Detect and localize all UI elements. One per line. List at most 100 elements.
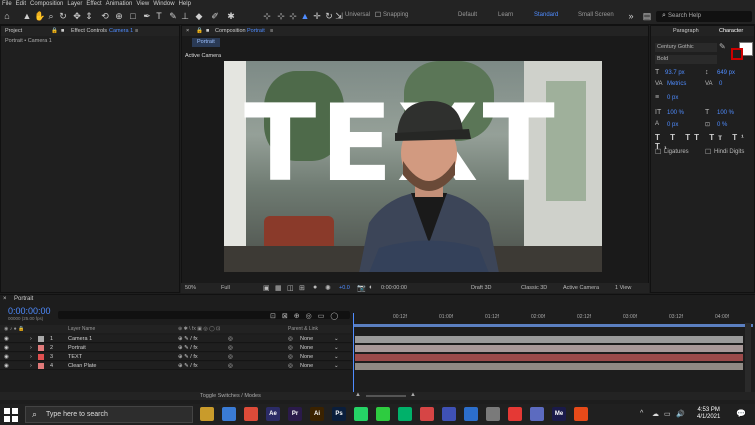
taskbar-app-icon[interactable] — [244, 407, 258, 421]
zoom-select[interactable]: 50% — [185, 285, 196, 291]
3d-layer-icon[interactable]: ◎ — [228, 354, 233, 360]
menu-item-edit[interactable]: Edit — [16, 1, 26, 7]
close-icon[interactable]: × — [186, 26, 189, 36]
label-color-swatch[interactable] — [38, 354, 44, 360]
parent-select[interactable]: None — [300, 345, 313, 351]
chevron-down-icon[interactable]: ⌄ — [334, 336, 339, 342]
axis-world-icon[interactable]: ⊹ — [276, 11, 286, 21]
label-color-swatch[interactable] — [38, 336, 44, 342]
parent-pickwhip-icon[interactable]: ◎ — [288, 354, 293, 360]
horizontal-scale-value[interactable]: 100 % — [717, 110, 734, 116]
workspace-learn[interactable]: Learn — [498, 12, 513, 18]
home-icon[interactable]: ⌂ — [2, 11, 12, 21]
tab-paragraph[interactable]: Paragraph — [673, 26, 699, 36]
dolly-tool-icon[interactable]: ⇕ — [84, 11, 94, 21]
taskbar-app-icon[interactable] — [222, 407, 236, 421]
universal-label[interactable]: Universal — [345, 12, 370, 18]
tsume-value[interactable]: 0 % — [717, 122, 727, 128]
layer-name[interactable]: TEXT — [68, 354, 82, 360]
parent-select[interactable]: None — [300, 354, 313, 360]
taskbar-app-icon[interactable]: Ae — [266, 407, 280, 421]
workspace-standard[interactable]: Standard — [534, 12, 558, 18]
cloud-icon[interactable]: ☁ — [652, 410, 659, 418]
anchor-tool-icon[interactable]: ⊕ — [114, 11, 124, 21]
zoom-tool-icon[interactable]: ⌕ — [46, 11, 56, 21]
taskbar-app-icon[interactable]: Ps — [332, 407, 346, 421]
color-channel-icon[interactable]: ● — [313, 284, 317, 291]
snapping-label[interactable]: Snapping — [383, 12, 408, 18]
lock-icon[interactable]: 🔒 — [51, 26, 58, 36]
timeline-layer-row[interactable]: ◉ › 4 Clean Plate ⊕ ✎ / fx ◎ ◎ None ⌄ — [0, 362, 352, 370]
visibility-icon[interactable]: ◉ — [4, 363, 9, 369]
clone-stamp-icon[interactable]: ⊥ — [180, 11, 190, 21]
comp-subtab[interactable]: Portrait — [192, 38, 220, 47]
label-color-swatch[interactable] — [38, 345, 44, 351]
tab-effect-controls[interactable]: Effect Controls — [71, 26, 107, 36]
move-tool-icon[interactable]: ✛ — [312, 11, 322, 21]
stroke-color-swatch[interactable] — [731, 48, 743, 60]
orbit-tool-icon[interactable]: ↻ — [58, 11, 68, 21]
zoom-in-icon[interactable]: ▲ — [410, 392, 416, 398]
roto-brush-icon[interactable]: ✐ — [210, 11, 220, 21]
font-family-select[interactable]: Century Gothic — [655, 43, 717, 52]
exposure-reset-icon[interactable]: ✺ — [325, 284, 331, 292]
stroke-width-value[interactable]: 0 px — [667, 95, 678, 101]
3d-layer-icon[interactable]: ◎ — [228, 345, 233, 351]
baseline-shift-value[interactable]: 0 px — [667, 122, 678, 128]
expand-icon[interactable]: › — [30, 345, 32, 351]
visibility-icon[interactable]: ◉ — [4, 345, 9, 351]
puppet-tool-icon[interactable]: ✱ — [226, 11, 236, 21]
taskbar-app-icon[interactable]: Me — [552, 407, 566, 421]
axis-view-icon[interactable]: ⊹ — [288, 11, 298, 21]
views-select[interactable]: 1 View — [615, 285, 631, 291]
chevron-down-icon[interactable]: ⌄ — [334, 363, 339, 369]
panels-icon[interactable]: ▤ — [642, 11, 652, 21]
tab-composition[interactable]: Composition — [215, 26, 246, 36]
ligatures-checkbox[interactable]: ☐ — [655, 148, 661, 156]
tracking-value[interactable]: 0 — [719, 81, 722, 87]
timeline-scrollbar[interactable] — [745, 323, 751, 393]
workspace-default[interactable]: Default — [458, 12, 477, 18]
zoom-slider[interactable] — [366, 395, 406, 397]
menu-item-view[interactable]: View — [136, 1, 149, 7]
menu-item-file[interactable]: File — [2, 1, 12, 7]
taskbar-app-icon[interactable]: Pr — [288, 407, 302, 421]
work-area-bar[interactable] — [353, 324, 753, 327]
menu-item-effect[interactable]: Effect — [86, 1, 101, 7]
menu-item-layer[interactable]: Layer — [67, 1, 82, 7]
layer-name[interactable]: Portrait — [68, 345, 86, 351]
label-color-swatch[interactable] — [38, 363, 44, 369]
taskbar-app-icon[interactable] — [398, 407, 412, 421]
chevron-down-icon[interactable]: ⌄ — [334, 345, 339, 351]
layer-name[interactable]: Clean Plate — [68, 363, 96, 369]
axis-local-icon[interactable]: ⊹ — [262, 11, 272, 21]
hindi-digits-checkbox[interactable]: ☐ — [705, 148, 711, 156]
lock-icon[interactable]: 🔒 — [196, 26, 203, 36]
timeline-layer-row[interactable]: ◉ › 1 Camera 1 ⊕ ✎ / fx ◎ ◎ None ⌄ — [0, 335, 352, 343]
parent-pickwhip-icon[interactable]: ◎ — [288, 345, 293, 351]
kerning-value[interactable]: Metrics — [667, 81, 686, 87]
taskbar-app-icon[interactable] — [354, 407, 368, 421]
vertical-scale-value[interactable]: 100 % — [667, 110, 684, 116]
parent-pickwhip-icon[interactable]: ◎ — [288, 363, 293, 369]
expand-icon[interactable]: › — [30, 354, 32, 360]
taskbar-app-icon[interactable] — [376, 407, 390, 421]
font-size-value[interactable]: 93.7 px — [665, 70, 685, 76]
menu-item-help[interactable]: Help — [179, 1, 191, 7]
taskbar-search-input[interactable]: Type here to search — [25, 406, 193, 423]
timeline-switches[interactable]: ⊡⊠⊕◎▭◯ — [270, 312, 344, 320]
taskbar-app-icon[interactable] — [420, 407, 434, 421]
search-help-input[interactable]: Search Help — [656, 11, 752, 22]
transparency-grid-icon[interactable]: ▦ — [275, 284, 282, 292]
show-snapshot-icon[interactable]: ◐ — [369, 284, 373, 291]
layer-switches[interactable]: ⊕ ✎ / fx — [178, 363, 198, 369]
rotate-3d-icon[interactable]: ↻ — [324, 11, 334, 21]
snapping-checkbox-icon[interactable]: ☐ — [373, 11, 383, 21]
col-layer-name[interactable]: Layer Name — [68, 326, 95, 332]
notifications-icon[interactable]: 💬 — [736, 409, 746, 418]
camera-select[interactable]: Active Camera — [563, 285, 599, 291]
tab-character[interactable]: Character — [719, 26, 743, 36]
effect-controls-target[interactable]: Camera 1 — [109, 26, 133, 36]
layer-duration-bar[interactable] — [355, 345, 743, 352]
pan-behind-icon[interactable]: ✥ — [72, 11, 82, 21]
